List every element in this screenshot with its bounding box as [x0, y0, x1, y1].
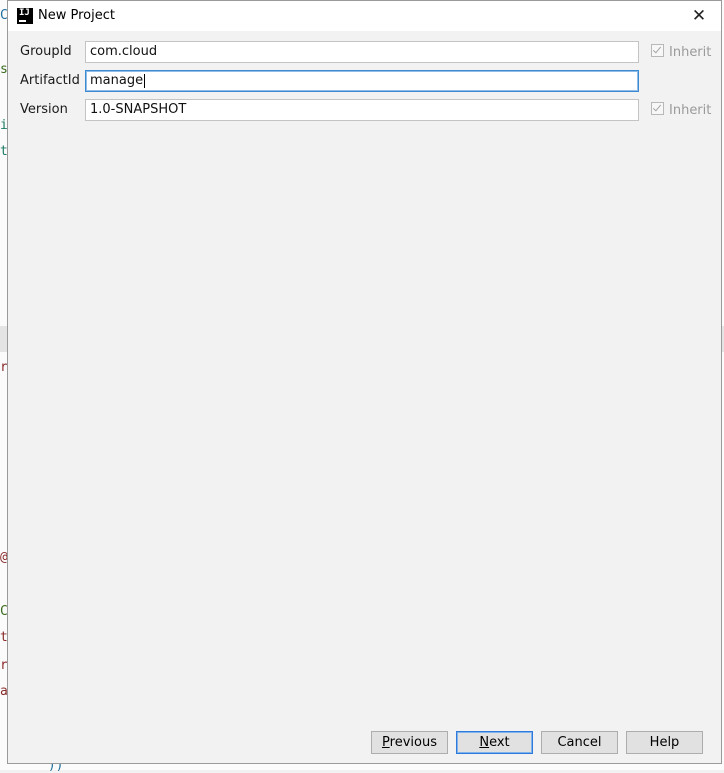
- artifactid-value: manage: [90, 73, 144, 88]
- artifactid-label: ArtifactId: [20, 73, 80, 88]
- title-bar: IJ New Project ✕: [8, 1, 721, 31]
- cancel-label: Cancel: [557, 735, 602, 750]
- text-caret: [144, 73, 146, 88]
- help-button[interactable]: Help: [626, 731, 703, 754]
- groupid-value: com.cloud: [90, 44, 158, 59]
- artifactid-field[interactable]: manage: [85, 70, 639, 92]
- groupid-field[interactable]: com.cloud: [85, 41, 639, 63]
- next-button[interactable]: Next: [456, 731, 533, 754]
- checkbox-checked-icon: [651, 102, 664, 115]
- groupid-row: GroupId com.cloud Inherit: [8, 41, 721, 63]
- previous-mnemonic: P: [382, 735, 390, 750]
- version-inherit-checkbox: Inherit: [651, 102, 711, 118]
- version-value: 1.0-SNAPSHOT: [90, 102, 187, 117]
- artifactid-row: ArtifactId manage: [8, 70, 721, 92]
- groupid-inherit-label: Inherit: [669, 45, 712, 60]
- close-icon: ✕: [691, 6, 707, 26]
- version-field[interactable]: 1.0-SNAPSHOT: [85, 99, 639, 121]
- checkbox-checked-icon: [651, 44, 664, 57]
- intellij-icon: IJ: [17, 8, 33, 24]
- cancel-button[interactable]: Cancel: [541, 731, 618, 754]
- previous-button[interactable]: Previous: [371, 731, 448, 754]
- help-label: Help: [649, 735, 680, 750]
- version-row: Version 1.0-SNAPSHOT Inherit: [8, 99, 721, 121]
- dialog-title: New Project: [38, 8, 115, 23]
- next-label: ext: [489, 735, 510, 750]
- new-project-dialog: IJ New Project ✕ GroupId com.cloud Inher…: [7, 0, 722, 764]
- previous-label: revious: [389, 735, 437, 750]
- version-inherit-label: Inherit: [669, 103, 712, 118]
- groupid-label: GroupId: [20, 44, 72, 59]
- version-label: Version: [20, 102, 68, 117]
- next-mnemonic: N: [479, 735, 490, 750]
- groupid-inherit-checkbox: Inherit: [651, 44, 711, 60]
- close-button[interactable]: ✕: [677, 1, 721, 31]
